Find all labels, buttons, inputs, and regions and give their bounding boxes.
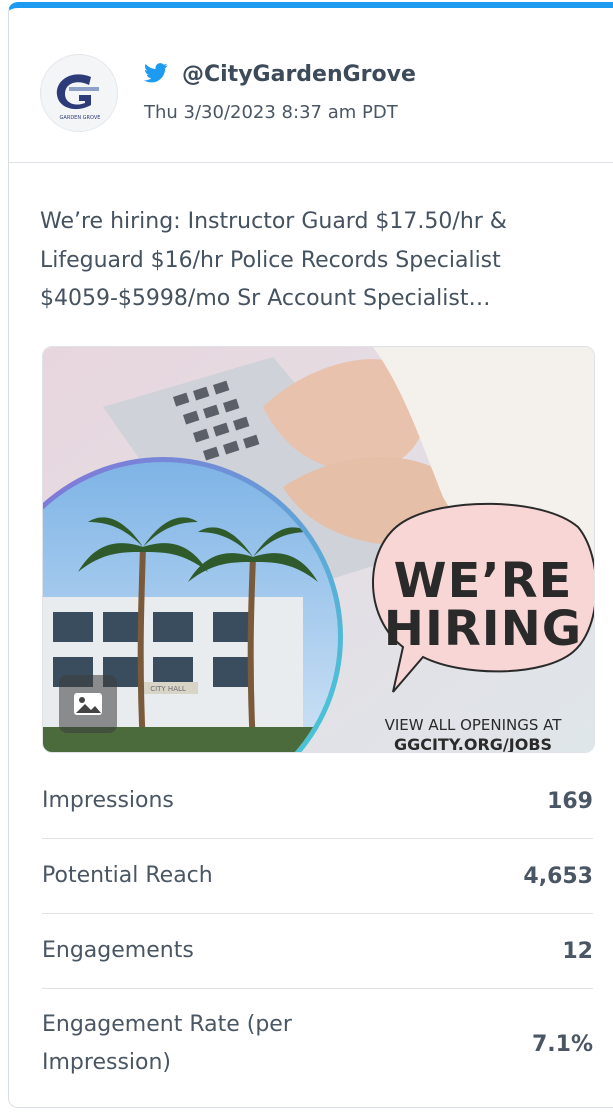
metric-value: 4,653 [523, 863, 593, 889]
metric-label: Engagement Rate (per Impression) [42, 1012, 292, 1075]
metric-label: Engagements [42, 938, 194, 963]
post-media[interactable]: CITY HALL WE’RE HIRING VIEW ALL OPENINGS… [42, 346, 595, 753]
hiring-headline-2: HIRING [384, 601, 582, 657]
city-hall-sign: CITY HALL [150, 685, 186, 693]
post-header: GARDEN GROVE @CityGardenGrove Thu 3/30/2… [9, 8, 613, 163]
metrics-list: Impressions 169 Potential Reach 4,653 En… [42, 764, 593, 1099]
post-text: We’re hiring: Instructor Guard $17.50/hr… [40, 209, 507, 311]
metric-engagement-rate: Engagement Rate (per Impression) 7.1% [42, 989, 593, 1099]
hiring-graphic: CITY HALL WE’RE HIRING VIEW ALL OPENINGS… [43, 347, 594, 752]
garden-grove-logo: GARDEN GROVE [42, 56, 117, 131]
metric-value: 169 [547, 788, 593, 814]
metric-value: 12 [562, 938, 593, 964]
jobs-url-text: GGCITY.ORG/JOBS [394, 735, 552, 752]
handle-row: @CityGardenGrove [144, 62, 416, 87]
avatar[interactable]: GARDEN GROVE [40, 54, 118, 132]
image-icon[interactable] [59, 675, 117, 733]
post-card: GARDEN GROVE @CityGardenGrove Thu 3/30/2… [8, 2, 613, 1108]
metric-label: Potential Reach [42, 863, 213, 888]
post-handle[interactable]: @CityGardenGrove [182, 62, 416, 87]
openings-text: VIEW ALL OPENINGS AT [385, 716, 563, 734]
svg-text:GARDEN GROVE: GARDEN GROVE [60, 115, 101, 121]
metric-impressions: Impressions 169 [42, 764, 593, 839]
twitter-bird-icon [144, 62, 168, 87]
post-timestamp: Thu 3/30/2023 8:37 am PDT [144, 102, 398, 123]
metric-label: Impressions [42, 788, 174, 813]
metric-potential-reach: Potential Reach 4,653 [42, 839, 593, 914]
metric-engagements: Engagements 12 [42, 914, 593, 989]
metric-value: 7.1% [531, 1031, 593, 1057]
